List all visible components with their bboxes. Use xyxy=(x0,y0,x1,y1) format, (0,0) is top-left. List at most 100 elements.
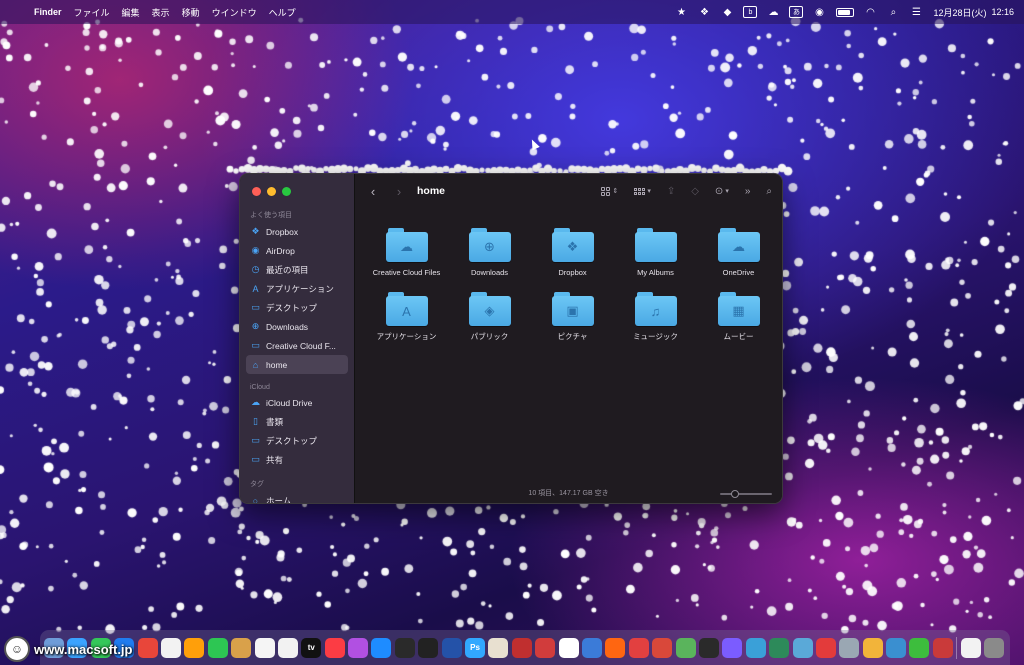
dock-app-icon[interactable] xyxy=(769,637,790,658)
dock-app-icon[interactable] xyxy=(839,637,860,658)
shield-status-icon[interactable]: ◆ xyxy=(720,6,734,18)
dock-app-icon[interactable] xyxy=(160,637,181,658)
sidebar-item-label: AirDrop xyxy=(266,245,295,256)
sidebar-item-desktop[interactable]: ▭ デスクトップ xyxy=(246,298,348,317)
dock-app-icon[interactable] xyxy=(652,637,673,658)
dock-app-icon[interactable] xyxy=(909,637,930,658)
dock-app-icon[interactable] xyxy=(675,637,696,658)
sidebar-item-home[interactable]: ⌂ home xyxy=(246,355,348,374)
zoom-window-button[interactable] xyxy=(282,186,291,196)
sidebar-item-document[interactable]: ▯ 書類 xyxy=(246,412,348,431)
sidebar-item-desktop[interactable]: ▭ デスクトップ xyxy=(246,431,348,450)
sidebar-item-airdrop[interactable]: ◉ AirDrop xyxy=(246,241,348,260)
toolbar-overflow-button[interactable]: » xyxy=(745,186,751,197)
file-item[interactable]: ♫ ミュージック xyxy=(614,290,697,342)
file-item[interactable]: My Albums xyxy=(614,226,697,278)
star-icon[interactable]: ★ xyxy=(674,6,688,18)
dock-app-icon[interactable] xyxy=(207,637,228,658)
cloud-status-icon[interactable]: ☁ xyxy=(766,6,780,18)
sidebar-item-label: Dropbox xyxy=(266,226,299,237)
dock-app-icon[interactable]: tv xyxy=(301,637,322,658)
sidebar-item-applications[interactable]: A アプリケーション xyxy=(246,279,348,298)
dock-app-icon[interactable] xyxy=(862,637,883,658)
sidebar-item-clock[interactable]: ◷ 最近の項目 xyxy=(246,260,348,279)
forward-button[interactable]: › xyxy=(391,184,407,199)
file-item[interactable]: ▦ ムービー xyxy=(697,290,780,342)
file-item[interactable]: ◈ パブリック xyxy=(448,290,531,342)
dock-app-icon[interactable] xyxy=(932,637,953,658)
dock-app-icon[interactable] xyxy=(324,637,345,658)
menu-window[interactable]: ウインドウ xyxy=(212,6,257,19)
dock-app-icon[interactable] xyxy=(348,637,369,658)
app-status-icon[interactable]: b xyxy=(743,6,758,18)
control-center-icon[interactable]: ☰ xyxy=(909,6,923,18)
dock-app-icon[interactable] xyxy=(605,637,626,658)
icon-size-slider[interactable] xyxy=(720,490,772,498)
file-item[interactable]: ☁ Creative Cloud Files xyxy=(365,226,448,278)
battery-icon[interactable] xyxy=(836,7,855,17)
search-button[interactable]: ⌕ xyxy=(766,186,772,197)
menu-view[interactable]: 表示 xyxy=(152,6,170,19)
dock-app-icon[interactable] xyxy=(254,637,275,658)
action-menu-button[interactable]: ⊙ ▾ xyxy=(715,186,729,197)
record-status-icon[interactable]: ◉ xyxy=(812,6,826,18)
menubar-time[interactable]: 12:16 xyxy=(991,7,1014,17)
view-mode-button[interactable]: ⇕ xyxy=(601,186,618,196)
file-item[interactable]: A アプリケーション xyxy=(365,290,448,342)
slider-knob[interactable] xyxy=(731,490,739,498)
group-button[interactable]: ▾ xyxy=(634,187,651,195)
menu-app-name[interactable]: Finder xyxy=(34,7,62,17)
dropbox-status-icon[interactable]: ❖ xyxy=(697,6,711,18)
menu-edit[interactable]: 編集 xyxy=(122,6,140,19)
dock-app-icon[interactable] xyxy=(698,637,719,658)
dock-app-icon[interactable] xyxy=(628,637,649,658)
share-button[interactable]: ⇪ xyxy=(667,186,675,197)
sidebar-item-download[interactable]: ⊕ Downloads xyxy=(246,317,348,336)
tag-button[interactable]: ◇ xyxy=(691,186,699,197)
dock-app-icon[interactable] xyxy=(984,637,1005,658)
dock-app-icon[interactable] xyxy=(792,637,813,658)
dock-app-icon[interactable] xyxy=(886,637,907,658)
dock-app-icon[interactable] xyxy=(394,637,415,658)
minimize-window-button[interactable] xyxy=(267,186,276,196)
dock-app-icon[interactable] xyxy=(488,637,509,658)
dock-app-icon[interactable] xyxy=(815,637,836,658)
sidebar-item-tag[interactable]: ○ ホーム xyxy=(246,491,348,504)
close-window-button[interactable] xyxy=(252,186,261,196)
menubar-date[interactable]: 12月28日(火) xyxy=(933,6,986,19)
file-item[interactable]: ❖ Dropbox xyxy=(531,226,614,278)
menu-file[interactable]: ファイル xyxy=(74,6,110,19)
wifi-icon[interactable]: ◠ xyxy=(863,6,877,18)
dock-app-icon[interactable] xyxy=(184,637,205,658)
dock-app-icon[interactable] xyxy=(418,637,439,658)
back-button[interactable]: ‹ xyxy=(365,184,381,199)
dock-app-icon[interactable] xyxy=(277,637,298,658)
spotlight-icon[interactable]: ⌕ xyxy=(886,6,900,18)
dock: tv Ps xyxy=(40,630,1010,665)
menu-go[interactable]: 移動 xyxy=(182,6,200,19)
dock-app-icon[interactable] xyxy=(960,637,981,658)
dock-app-icon[interactable] xyxy=(441,637,462,658)
menu-help[interactable]: ヘルプ xyxy=(269,6,296,19)
dock-app-icon[interactable] xyxy=(535,637,556,658)
sidebar-item-shared-folder[interactable]: ▭ 共有 xyxy=(246,450,348,469)
dock-app-icon[interactable] xyxy=(558,637,579,658)
sidebar-item-folder[interactable]: ▭ Creative Cloud F... xyxy=(246,336,348,355)
dock-app-icon[interactable] xyxy=(745,637,766,658)
sidebar-item-dropbox[interactable]: ❖ Dropbox xyxy=(246,222,348,241)
file-item[interactable]: ▣ ピクチャ xyxy=(531,290,614,342)
file-item[interactable]: ⊕ Downloads xyxy=(448,226,531,278)
file-item[interactable]: ☁ OneDrive xyxy=(697,226,780,278)
folder-badge-icon: ▣ xyxy=(551,296,594,326)
dock-app-icon[interactable] xyxy=(581,637,602,658)
desktop-icon: ▭ xyxy=(251,435,260,445)
dock-app-icon[interactable] xyxy=(722,637,743,658)
dock-app-icon[interactable] xyxy=(137,637,158,658)
keyboard-input-icon[interactable]: あ xyxy=(789,6,804,18)
dock-app-icon[interactable] xyxy=(371,637,392,658)
dock-app-icon[interactable] xyxy=(231,637,252,658)
sidebar-item-cloud[interactable]: ☁ iCloud Drive xyxy=(246,393,348,412)
menu-bar: Finder ファイル 編集 表示 移動 ウインドウ ヘルプ ★ ❖ ◆ b ☁… xyxy=(0,0,1024,24)
dock-app-icon[interactable] xyxy=(511,637,532,658)
dock-app-icon[interactable]: Ps xyxy=(465,637,486,658)
